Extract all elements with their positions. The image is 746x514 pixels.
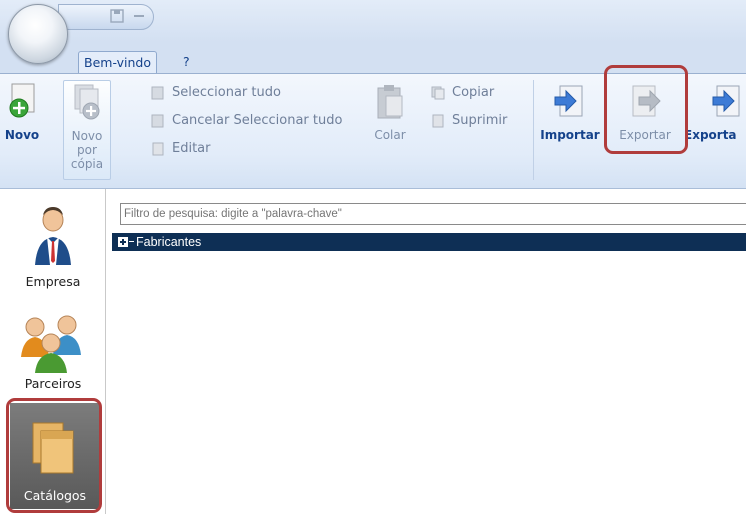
businessman-icon — [35, 207, 71, 265]
export-to-label: Exporta — [684, 128, 737, 142]
application-orb-button[interactable] — [8, 4, 68, 64]
minus-icon[interactable] — [131, 9, 147, 25]
delete-button[interactable]: Suprimir — [428, 111, 507, 131]
nav-item-empresa[interactable]: Empresa — [6, 207, 100, 297]
paste-button[interactable]: Colar — [368, 80, 412, 180]
quick-access-toolbar — [58, 4, 154, 30]
edit-button[interactable]: Editar — [148, 139, 211, 159]
new-button-label: Novo — [4, 128, 40, 142]
import-button[interactable]: Importar — [538, 80, 602, 180]
main-content: Fabricantes — [106, 189, 746, 514]
paste-label: Colar — [374, 128, 406, 142]
export-highlight-box — [604, 65, 688, 154]
deselect-icon — [151, 114, 164, 128]
export-to-button[interactable]: Exporta — [683, 80, 746, 180]
new-by-copy-label-1: Novo por — [71, 129, 103, 157]
delete-icon — [432, 114, 444, 128]
export-to-icon — [712, 85, 740, 117]
copy-button[interactable]: Copiar — [428, 83, 494, 103]
catalogos-highlight-box — [6, 398, 102, 513]
tree-row-fabricantes[interactable]: Fabricantes — [112, 233, 746, 251]
tab-bem-vindo[interactable]: Bem-vindo — [78, 51, 157, 74]
nav-label-parceiros: Parceiros — [24, 376, 82, 391]
tree-row-label: Fabricantes — [136, 235, 202, 249]
edit-icon — [152, 142, 164, 156]
select-all-label: Seleccionar tudo — [172, 85, 281, 100]
new-by-copy-button[interactable]: Novo por cópia — [63, 80, 111, 180]
new-button[interactable]: Novo — [2, 80, 42, 180]
copy-icon — [431, 86, 445, 100]
import-icon — [554, 85, 583, 117]
tree-connector-line — [129, 241, 134, 242]
select-all-icon — [151, 86, 164, 100]
select-all-button[interactable]: Seleccionar tudo — [148, 83, 281, 103]
tab-help[interactable]: ? — [178, 51, 195, 74]
edit-label: Editar — [172, 141, 211, 156]
search-bar — [112, 201, 746, 227]
nav-item-parceiros[interactable]: Parceiros — [6, 313, 100, 399]
nav-label-empresa: Empresa — [25, 274, 81, 289]
cancel-select-all-button[interactable]: Cancelar Seleccionar tudo — [148, 111, 342, 131]
copy-label: Copiar — [452, 85, 495, 100]
people-group-icon — [21, 315, 81, 373]
search-input[interactable] — [120, 203, 746, 225]
title-bar — [0, 0, 746, 42]
new-document-icon — [9, 83, 35, 118]
expand-plus-icon[interactable] — [118, 237, 128, 247]
delete-label: Suprimir — [452, 113, 508, 128]
ribbon-group-separator — [533, 80, 534, 180]
new-by-copy-label-2: cópia — [70, 157, 104, 171]
copy-document-icon — [74, 84, 100, 120]
save-icon[interactable] — [109, 9, 125, 25]
cancel-select-all-label: Cancelar Seleccionar tudo — [172, 113, 343, 128]
import-label: Importar — [540, 128, 600, 142]
paste-icon — [377, 85, 403, 119]
